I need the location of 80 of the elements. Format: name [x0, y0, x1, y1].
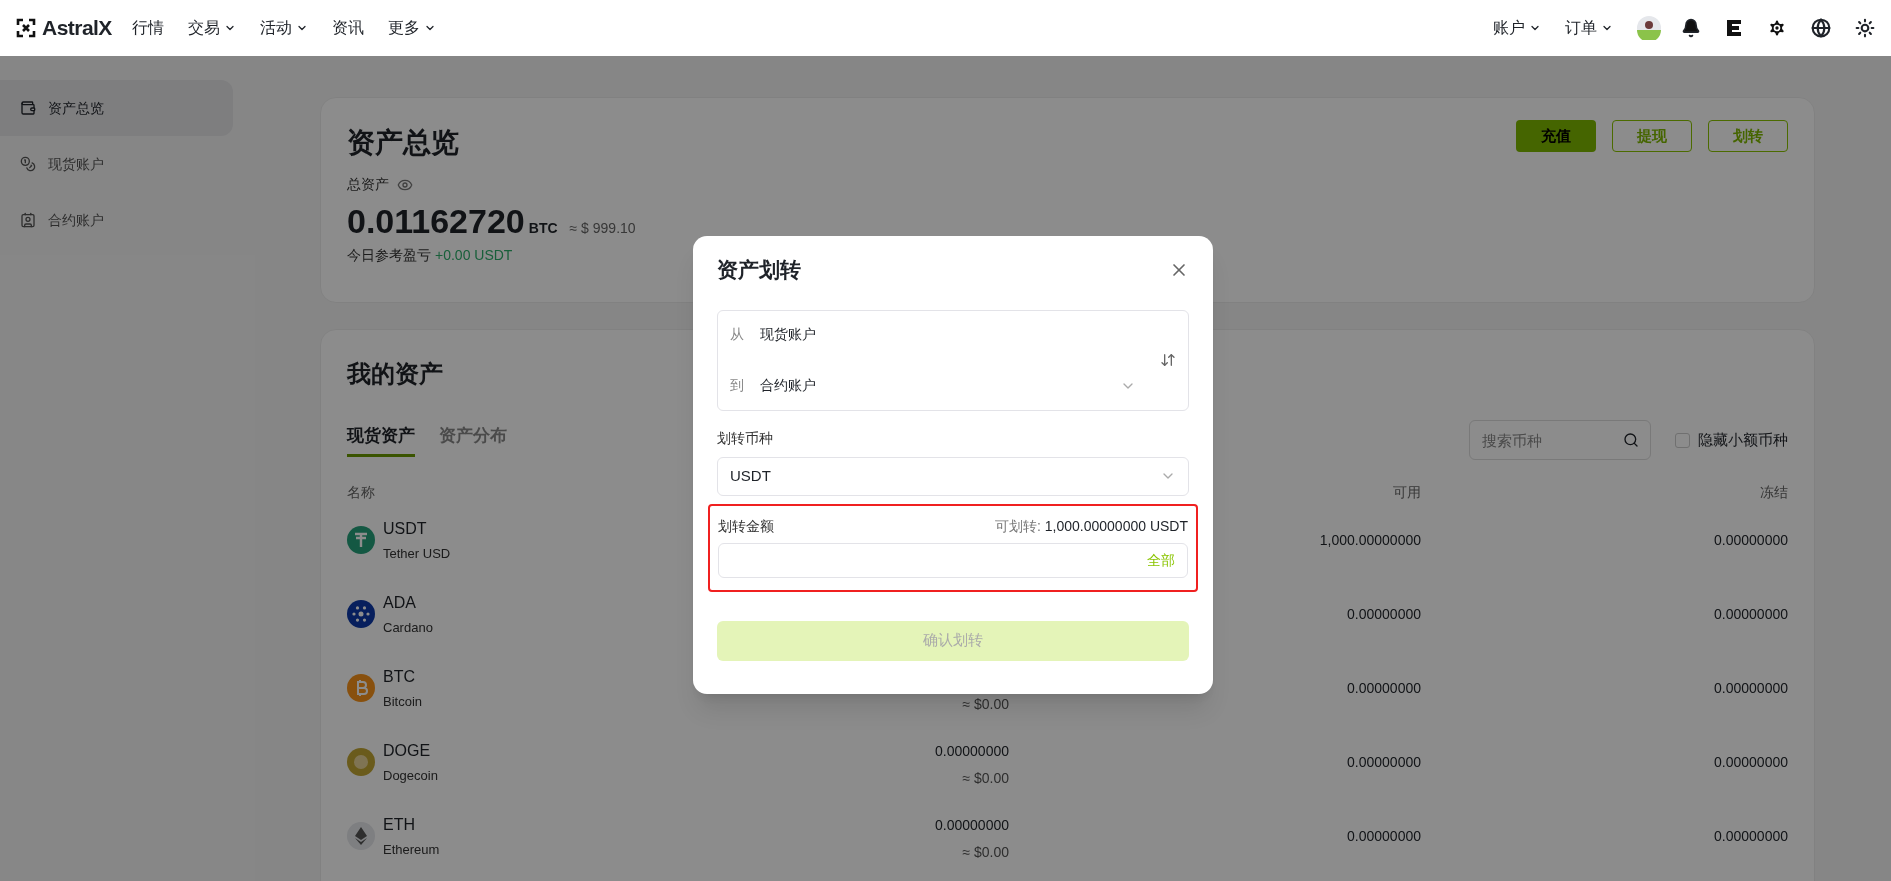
contact-card-icon: [20, 212, 36, 228]
frozen-amount: 0.00000000: [1714, 678, 1788, 698]
logo-icon: [16, 18, 36, 38]
available-amount: 0.00000000: [1347, 826, 1421, 846]
column-header: 名称: [347, 483, 376, 502]
total-approx: ≈ $0.00: [962, 769, 1009, 788]
coins-icon: [20, 156, 36, 172]
swap-icon[interactable]: [1160, 352, 1176, 368]
dialog-title: 资产划转: [717, 257, 801, 283]
from-label: 从: [730, 325, 744, 344]
bell-icon[interactable]: [1681, 18, 1701, 38]
action-button[interactable]: 充值: [1516, 120, 1596, 152]
checkbox-label: 隐藏小额币种: [1698, 429, 1788, 450]
nav-item[interactable]: 资讯: [331, 16, 364, 40]
search-icon: [1623, 432, 1639, 448]
search-field[interactable]: 搜索币种: [1469, 420, 1651, 460]
account-selector[interactable]: 从 现货账户 到 合约账户: [717, 309, 1189, 411]
nav-item[interactable]: 交易: [187, 16, 236, 40]
available-amount: 0.00000000: [1347, 678, 1421, 698]
to-account: 合约账户: [760, 376, 817, 395]
total-value: 0.01162720: [347, 201, 525, 242]
from-account: 现货账户: [760, 325, 816, 344]
coin-name: Dogecoin: [383, 766, 438, 785]
coin-icon: [347, 674, 375, 702]
tab[interactable]: 现货资产: [347, 422, 415, 458]
coin-symbol: BTC: [383, 666, 416, 687]
total-unit: BTC: [528, 219, 558, 238]
globe-icon[interactable]: [1811, 18, 1831, 38]
available-amount: 0.00000000: [1347, 752, 1421, 772]
logo-text[interactable]: AstralX: [42, 12, 112, 44]
available-label: 可划转:: [994, 516, 1041, 536]
total-label: 总资产: [347, 175, 389, 194]
coin-icon: [347, 526, 375, 554]
coin-select[interactable]: USDT: [717, 456, 1189, 496]
theme-icon[interactable]: [1855, 18, 1875, 38]
checkbox[interactable]: [1675, 432, 1690, 448]
coin-name: Ethereum: [383, 840, 440, 859]
total-amount: 0.00000000: [935, 816, 1009, 835]
coin-icon: [347, 600, 375, 628]
frozen-amount: 0.00000000: [1714, 530, 1788, 550]
column-header: 冻结: [1760, 483, 1788, 502]
coin-symbol: DOGE: [383, 740, 432, 761]
sidebar-item[interactable]: 资产总览: [0, 80, 233, 136]
frozen-amount: 0.00000000: [1714, 826, 1788, 846]
coin-name: Cardano: [383, 618, 433, 637]
wallet-icon: [20, 100, 36, 116]
coin-symbol: USDT: [383, 518, 428, 539]
sidebar-item[interactable]: 现货账户: [0, 136, 233, 192]
total-amount: 0.00000000: [935, 742, 1009, 761]
column-header: 可用: [1393, 483, 1421, 502]
nav-item[interactable]: 更多: [387, 16, 436, 40]
sidebar-item[interactable]: 合约账户: [0, 192, 233, 248]
pnl-value: +0.00 USDT: [435, 246, 513, 265]
available-amount: 0.00000000: [1347, 604, 1421, 624]
to-label: 到: [730, 376, 744, 395]
coin-icon: [347, 748, 375, 776]
frozen-amount: 0.00000000: [1714, 752, 1788, 772]
coin-symbol: ADA: [383, 592, 417, 613]
coin-symbol: ETH: [383, 814, 416, 835]
settings-icon[interactable]: [1767, 18, 1787, 38]
total-approx: ≈ $0.00: [962, 843, 1009, 862]
bracket-icon[interactable]: [1725, 18, 1743, 38]
available-value: 1,000.00000000 USDT: [1044, 516, 1188, 536]
avatar-icon[interactable]: [1637, 16, 1661, 40]
card-title: 资产总览: [347, 126, 459, 160]
menu-button[interactable]: 订单: [1565, 16, 1613, 40]
coin-icon: [347, 822, 375, 850]
total-approx: ≈ $0.00: [962, 695, 1009, 714]
card-title: 我的资产: [347, 359, 443, 389]
nav-item[interactable]: 活动: [259, 16, 308, 40]
frozen-amount: 0.00000000: [1714, 604, 1788, 624]
coin-name: Bitcoin: [383, 692, 423, 711]
coin-name: Tether USD: [383, 544, 451, 563]
menu-button[interactable]: 账户: [1493, 16, 1541, 40]
pnl-label: 今日参考盈亏: [347, 246, 431, 265]
nav-item[interactable]: 行情: [131, 16, 164, 40]
total-approx: ≈ $ 999.10: [569, 219, 636, 238]
field-label: 划转币种: [717, 428, 774, 448]
field-label: 划转金额: [718, 516, 774, 536]
available-amount: 1,000.00000000: [1319, 530, 1421, 550]
